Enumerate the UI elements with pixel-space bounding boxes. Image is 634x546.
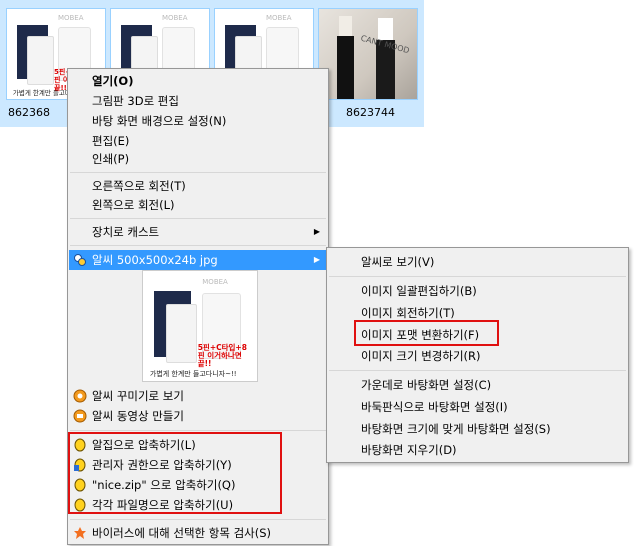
menu-item-print[interactable]: 인쇄(P) [92, 149, 129, 169]
product-red-text: 5핀+C타입+8핀 이거하나면 끝!! [197, 342, 247, 368]
annotation-box-compress [68, 432, 282, 514]
menu-separator [329, 276, 626, 277]
menu-item-alsee-decorate[interactable]: 알씨 꾸미기로 보기 [92, 386, 184, 406]
image-preview: MOBEA 5핀+C타입+8핀 이거하나면 끝!! 가볍게 한계만 들고다니자~… [142, 270, 258, 382]
menu-item-rotate-left[interactable]: 왼쪽으로 회전(L) [92, 195, 175, 215]
menu-item-paint3d[interactable]: 그림판 3D로 편집 [92, 91, 179, 111]
menu-item-edit[interactable]: 편집(E) [92, 131, 129, 151]
submenu-item-tile-wallpaper[interactable]: 바둑판식으로 바탕화면 설정(I) [361, 397, 508, 417]
product-logo: MOBEA [202, 277, 228, 286]
menu-separator [70, 218, 326, 219]
alsee-submenu: 알씨로 보기(V) 이미지 일괄편집하기(B) 이미지 회전하기(T) 이미지 … [326, 247, 629, 463]
avast-icon [74, 527, 86, 539]
file-label-4: 8623744 [346, 106, 395, 119]
submenu-arrow-icon: ▶ [313, 255, 320, 264]
submenu-item-fit-wallpaper[interactable]: 바탕화면 크기에 맞게 바탕화면 설정(S) [361, 419, 551, 439]
alsee-video-icon [73, 409, 87, 423]
file-label-1: 862368 [8, 106, 50, 119]
menu-separator [70, 430, 326, 431]
menu-item-rotate-right[interactable]: 오른쪽으로 회전(T) [92, 176, 186, 196]
submenu-item-center-wallpaper[interactable]: 가운데로 바탕화면 설정(C) [361, 375, 491, 395]
product-image: MOBEA 5핀+C타입+8핀 이거하나면 끝!! 가볍게 한계만 들고다니자~… [143, 271, 257, 381]
fashion-photo: CANT MOOD [319, 9, 417, 99]
menu-separator [329, 370, 626, 371]
menu-item-cast[interactable]: 장치로 캐스트 [92, 222, 159, 242]
submenu-arrow-icon: ▶ [313, 227, 320, 236]
submenu-item-clear-wallpaper[interactable]: 바탕화면 지우기(D) [361, 440, 457, 460]
annotation-box-format [354, 320, 499, 346]
product-logo: MOBEA [265, 14, 292, 23]
alsee-decorate-icon [73, 389, 87, 403]
product-logo: MOBEA [161, 14, 188, 23]
menu-item-open[interactable]: 열기(O) [92, 71, 133, 91]
submenu-item-resize[interactable]: 이미지 크기 변경하기(R) [361, 346, 481, 366]
product-logo: MOBEA [57, 14, 84, 23]
menu-separator [70, 245, 326, 246]
menu-separator [70, 519, 326, 520]
menu-item-virus-scan[interactable]: 바이러스에 대해 선택한 항목 검사(S) [92, 523, 271, 543]
menu-item-alsee[interactable]: 알씨 500x500x24b jpg [92, 250, 218, 270]
product-caption: 가볍게 한계만 들고다니자~!! [149, 369, 237, 378]
menu-item-alsee-video[interactable]: 알씨 동영상 만들기 [92, 406, 184, 426]
menu-separator [70, 172, 326, 173]
alsee-icon [74, 254, 86, 266]
submenu-item-view[interactable]: 알씨로 보기(V) [361, 252, 434, 272]
submenu-item-batch-edit[interactable]: 이미지 일괄편집하기(B) [361, 281, 477, 301]
file-thumbnail-4[interactable]: CANT MOOD [318, 8, 418, 100]
menu-item-set-wallpaper[interactable]: 바탕 화면 배경으로 설정(N) [92, 111, 226, 131]
